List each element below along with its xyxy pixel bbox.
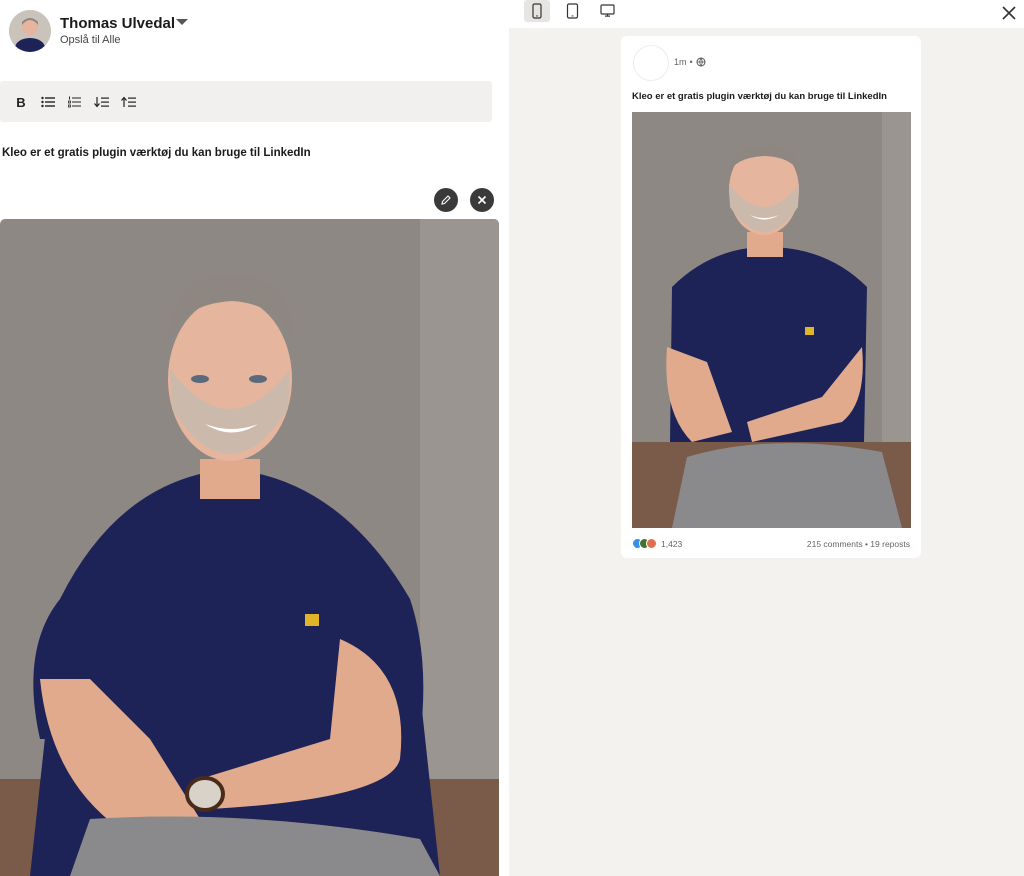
globe-icon xyxy=(696,57,706,67)
formatting-toolbar: B xyxy=(0,81,492,122)
bullet-list-button[interactable] xyxy=(37,91,59,113)
close-icon xyxy=(1002,6,1016,20)
close-icon xyxy=(477,195,487,205)
sort-ascending-button[interactable] xyxy=(117,91,139,113)
tablet-icon xyxy=(566,3,578,19)
post-image xyxy=(632,112,911,528)
numbered-list-icon xyxy=(67,96,81,108)
pencil-icon xyxy=(441,195,451,205)
preview-header xyxy=(509,0,1024,28)
close-preview-button[interactable] xyxy=(999,3,1019,23)
sort-ascending-icon xyxy=(120,96,136,107)
mobile-icon xyxy=(532,3,542,19)
love-reaction-icon xyxy=(646,538,657,549)
author-avatar xyxy=(9,10,51,52)
attached-photo xyxy=(0,219,499,876)
numbered-list-button[interactable] xyxy=(63,91,85,113)
preview-pane: 1m • Kleo er et gratis plugin værktøj du… xyxy=(509,0,1024,876)
author-name[interactable]: Thomas Ulvedal xyxy=(60,15,175,32)
meta-separator: • xyxy=(689,57,693,67)
post-composer: Thomas Ulvedal Opslå til Alle B Kleo er … xyxy=(0,0,509,876)
sort-descending-button[interactable] xyxy=(90,91,112,113)
sort-descending-icon xyxy=(93,97,109,108)
remove-image-button[interactable] xyxy=(470,188,494,212)
edit-image-button[interactable] xyxy=(434,188,458,212)
reactions-summary[interactable]: 1,423 xyxy=(632,538,682,549)
desktop-view-button[interactable] xyxy=(594,0,620,22)
bold-icon: B xyxy=(16,94,26,110)
bold-button[interactable]: B xyxy=(10,91,32,113)
desktop-icon xyxy=(599,4,615,17)
timestamp: 1m xyxy=(674,57,687,67)
post-stats[interactable]: 215 comments • 19 reposts xyxy=(807,539,910,549)
post-text: Kleo er et gratis plugin værktøj du kan … xyxy=(632,91,887,102)
visibility-label[interactable]: Opslå til Alle xyxy=(60,34,121,46)
post-meta: 1m • xyxy=(674,57,706,67)
mobile-view-button[interactable] xyxy=(524,0,550,22)
chevron-down-icon[interactable] xyxy=(174,15,190,29)
bullet-list-icon xyxy=(41,96,55,108)
author-avatar xyxy=(633,45,669,81)
post-text-editor[interactable]: Kleo er et gratis plugin værktøj du kan … xyxy=(2,147,311,159)
tablet-view-button[interactable] xyxy=(559,0,585,22)
reaction-count: 1,423 xyxy=(661,538,683,549)
post-preview-card: 1m • Kleo er et gratis plugin værktøj du… xyxy=(621,36,921,558)
